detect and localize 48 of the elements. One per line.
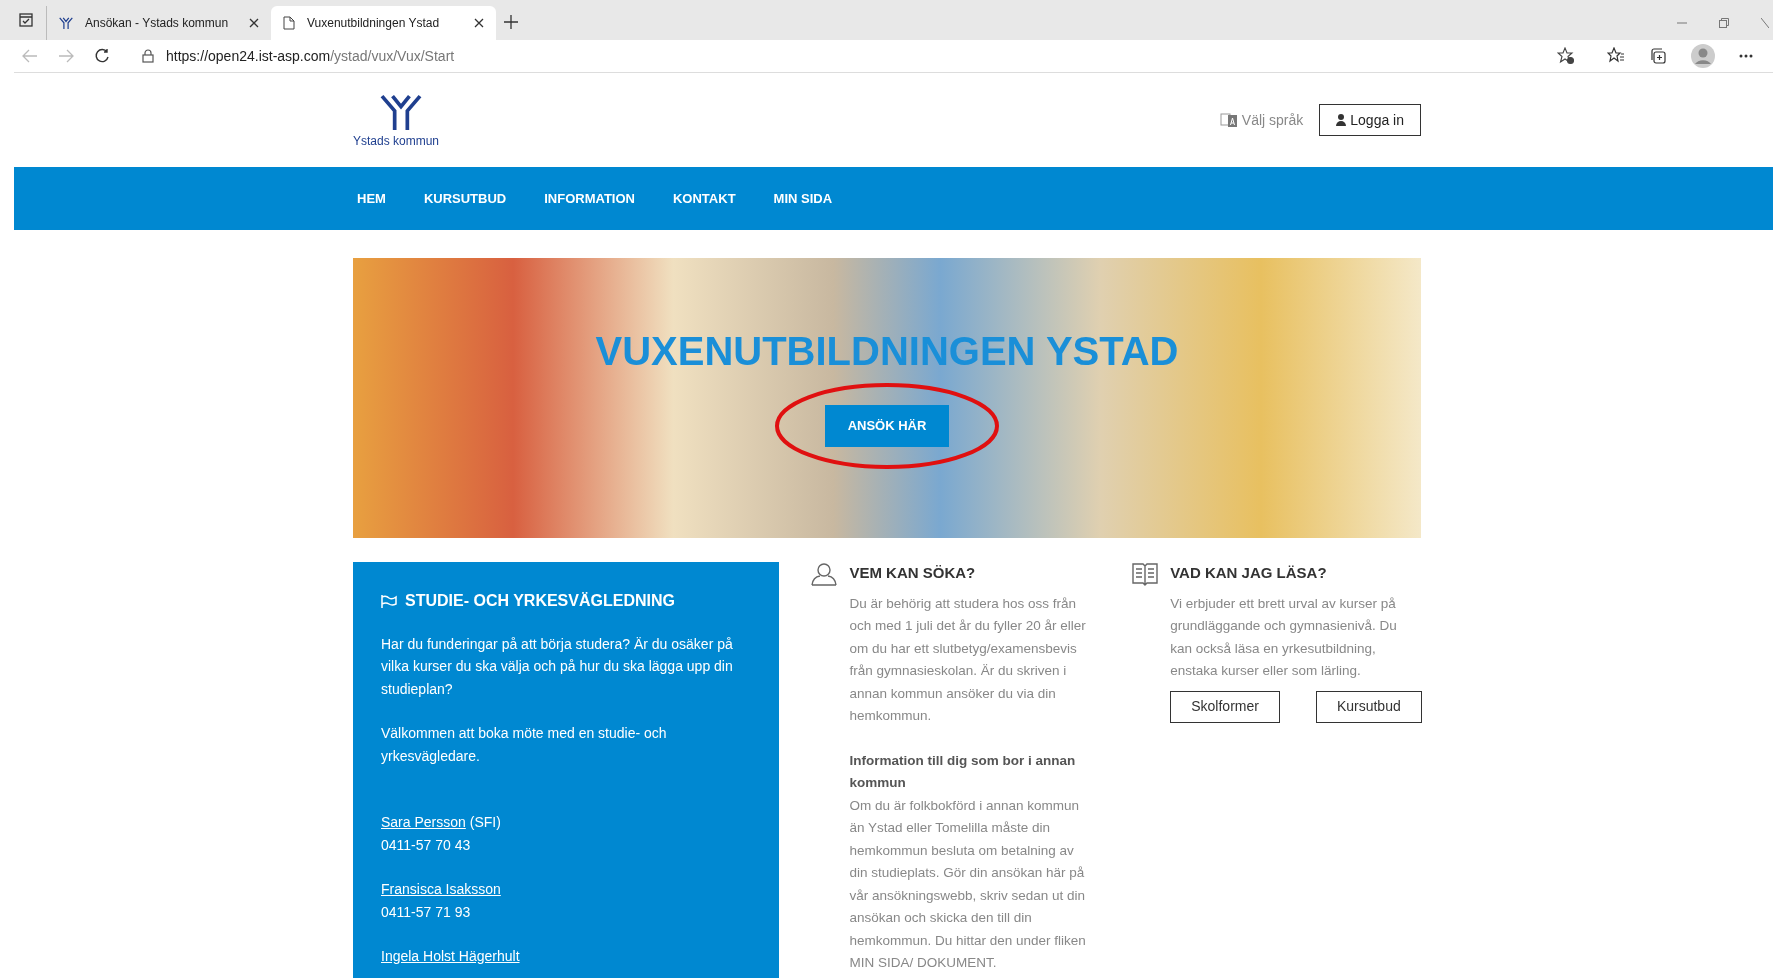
guidance-text: Har du funderingar på att börja studera? Är du osäker på vilka kurser du ska välja och på hur du ska lägga upp din studieplan? <box>381 634 734 699</box>
translate-icon <box>1219 112 1238 128</box>
hero-title: VUXENUTBILDNINGEN YSTAD <box>595 331 1179 371</box>
courses-text: Vi erbjuder ett brett urval av kurser på grundläggande och gymnasienivå. Du kan också läsa en yrkesutbildning, enstaka kurser eller som lärling. <box>1170 594 1398 680</box>
section-title: VAD KAN JAG LÄSA? <box>1170 563 1328 583</box>
profile-icon[interactable] <box>1691 44 1715 68</box>
logo-icon <box>59 16 73 30</box>
book-icon <box>1132 562 1159 586</box>
page-icon <box>283 16 295 30</box>
close-icon[interactable] <box>249 18 259 28</box>
contact-note: (SFI) <box>468 814 501 830</box>
nav-link[interactable]: MIN SIDA <box>773 188 833 209</box>
login-button[interactable]: Logga in <box>1319 104 1421 136</box>
close-icon[interactable] <box>474 18 484 28</box>
info-text: Om du är folkbokförd i annan kommun än Ystad eller Tomelilla måste din hemkommun besluta om betalning av din studieplats. Gör din ansökan här på vår ansökningswebb, skriv sedan ut din ansökan och skicka den till din hemkommun. Du hittar den under fliken MIN SIDA/ DOKUMENT. <box>849 796 1087 972</box>
contact-link[interactable]: Sara Persson <box>381 814 466 830</box>
add-favorite-icon[interactable] <box>1557 47 1575 65</box>
user-icon <box>1336 114 1347 126</box>
contact-link[interactable]: Ingela Holst Hägerhult <box>381 948 520 964</box>
lock-icon <box>142 49 154 63</box>
contact-phone: 0411-57 70 43 <box>381 835 472 855</box>
person-icon <box>811 562 838 586</box>
browser-tab[interactable]: Vuxenutbildningen Ystad <box>271 6 496 40</box>
nav-link[interactable]: INFORMATION <box>544 188 635 209</box>
more-icon[interactable] <box>1739 54 1753 58</box>
nav-link[interactable]: KURSUTBUD <box>423 188 507 209</box>
section-title: VEM KAN SÖKA? <box>849 563 977 583</box>
flag-icon <box>381 594 397 608</box>
outline-button[interactable]: Skolformer <box>1170 690 1280 723</box>
language-button[interactable]: Välj språk <box>1219 109 1304 131</box>
nav-link[interactable]: HEM <box>357 188 386 209</box>
nav-link[interactable]: KONTAKT <box>673 188 736 209</box>
collections-icon[interactable] <box>1649 47 1667 65</box>
restore-icon[interactable] <box>1719 18 1729 28</box>
eligibility-text: Du är behörig att studera hos oss från och med 1 juli det år du fyller 20 år eller om du har ett slutbetyg/examensbevis från gymnasieskolan. Är du skriven i annan kommun ansöker du via din hemkommun. <box>849 594 1087 725</box>
favorites-icon[interactable] <box>1607 47 1625 65</box>
contact-link[interactable]: Fransisca Isaksson <box>381 881 501 897</box>
reload-icon[interactable] <box>94 48 110 64</box>
new-tab-icon[interactable] <box>504 15 518 29</box>
section-title: STUDIE- OCH YRKESVÄGLEDNING <box>405 591 675 611</box>
guidance-text: Välkommen att boka möte med en studie- och yrkesvägledare. <box>381 724 668 766</box>
info-heading: Information till dig som bor i annan kommun <box>849 751 1077 792</box>
logo-icon <box>379 94 423 132</box>
outline-button[interactable]: Kursutbud <box>1315 690 1422 723</box>
tab-actions-icon[interactable] <box>18 12 34 28</box>
contact-phone: 0411-57 71 93 <box>381 902 472 922</box>
apply-button[interactable]: ANSÖK HÄR <box>825 405 949 447</box>
site-logo[interactable]: Ystads kommun <box>353 90 440 150</box>
